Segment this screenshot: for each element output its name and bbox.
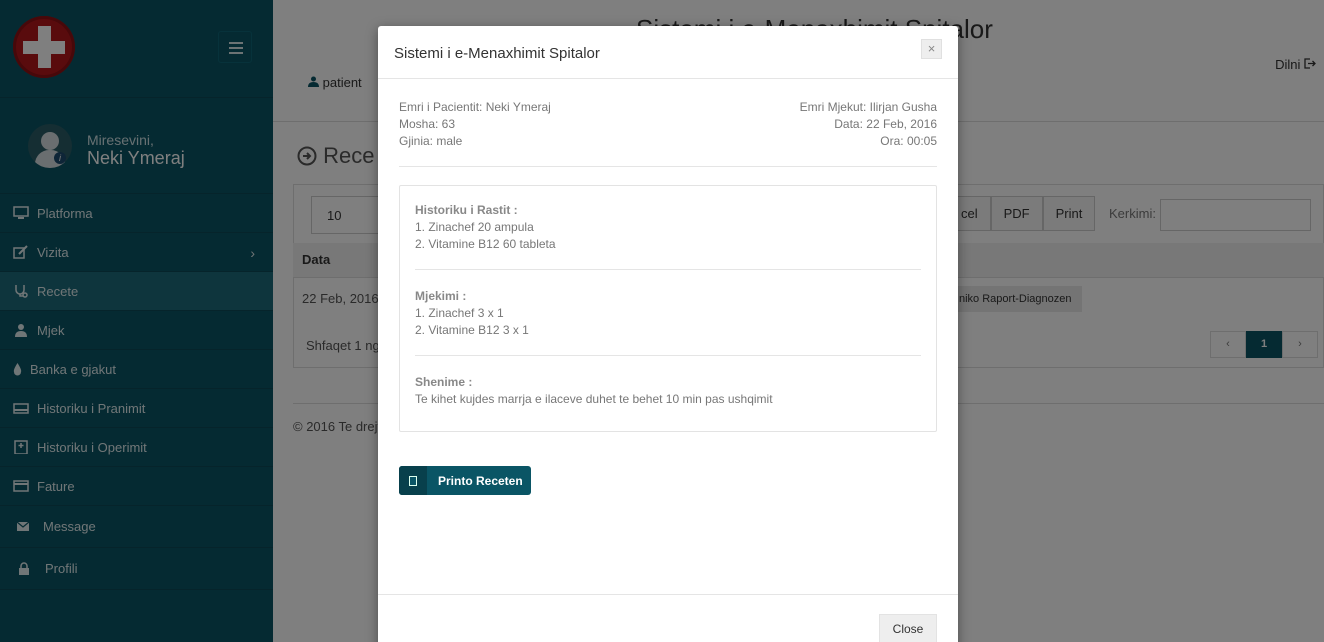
block-divider <box>415 355 921 356</box>
doctor-name: Emri Mjekut: Ilirjan Gusha <box>799 100 937 114</box>
patient-info: Emri i Pacientit: Neki Ymeraj Mosha: 63 … <box>399 99 937 155</box>
modal-title: Sistemi i e-Menaxhimit Spitalor <box>394 45 600 62</box>
treatment-block: Mjekimi : 1. Zinachef 3 x 1 2. Vitamine … <box>415 288 921 339</box>
patient-gender: Gjinia: male <box>399 134 463 148</box>
patient-name: Emri i Pacientit: Neki Ymeraj <box>399 100 551 114</box>
patient-details: Emri i Pacientit: Neki Ymeraj Mosha: 63 … <box>399 99 551 150</box>
history-header: Historiku i Rastit : <box>415 203 518 217</box>
treatment-line: 1. Zinachef 3 x 1 <box>415 306 504 320</box>
modal-footer-divider <box>378 594 958 595</box>
treatment-line: 2. Vitamine B12 3 x 1 <box>415 323 529 337</box>
print-prescription-button[interactable]: Printo Receten <box>399 466 531 495</box>
print-prescription-label: Printo Receten <box>438 473 523 488</box>
block-divider <box>415 269 921 270</box>
notes-header: Shenime : <box>415 375 473 389</box>
visit-time: Ora: 00:05 <box>880 134 937 148</box>
modal-header: Sistemi i e-Menaxhimit Spitalor × <box>378 26 958 79</box>
history-line: 1. Zinachef 20 ampula <box>415 220 534 234</box>
notes-text: Te kihet kujdes marrja e ilaceve duhet t… <box>415 392 773 406</box>
history-block: Historiku i Rastit : 1. Zinachef 20 ampu… <box>415 202 921 253</box>
close-button[interactable]: Close <box>879 614 937 642</box>
prescription-card: Historiku i Rastit : 1. Zinachef 20 ampu… <box>399 185 937 432</box>
treatment-header: Mjekimi : <box>415 289 467 303</box>
modal-close-x-button[interactable]: × <box>921 39 942 59</box>
notes-block: Shenime : Te kihet kujdes marrja e ilace… <box>415 374 921 408</box>
visit-details: Emri Mjekut: Ilirjan Gusha Data: 22 Feb,… <box>800 99 937 150</box>
history-line: 2. Vitamine B12 60 tableta <box>415 237 556 251</box>
patient-age: Mosha: 63 <box>399 117 456 131</box>
document-icon <box>399 466 427 495</box>
info-divider <box>399 166 937 167</box>
prescription-modal: Sistemi i e-Menaxhimit Spitalor × Emri i… <box>378 26 958 642</box>
visit-date: Data: 22 Feb, 2016 <box>834 117 937 131</box>
